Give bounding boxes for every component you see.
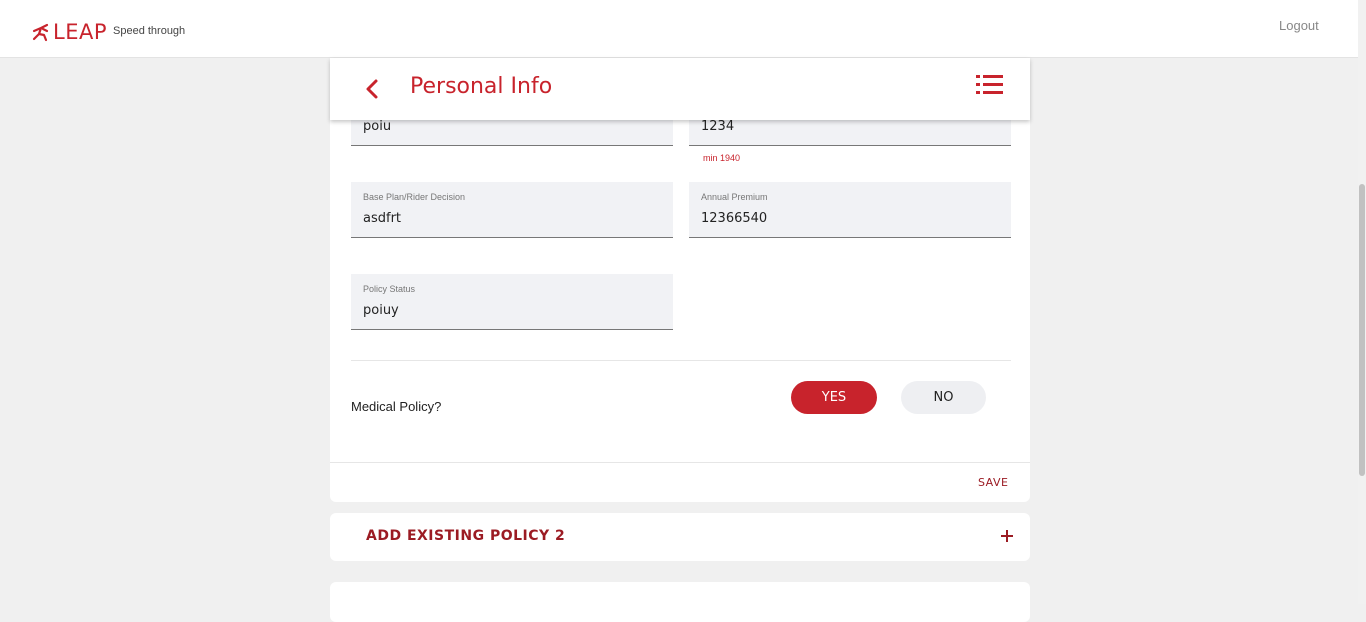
save-button[interactable]: SAVE (978, 476, 1008, 489)
policy-status-field[interactable]: Policy Status poiuy (351, 274, 673, 330)
add-existing-policy-accordion[interactable]: ADD EXISTING POLICY 2 (330, 513, 1030, 561)
scrollbar-thumb[interactable] (1359, 184, 1365, 476)
no-button[interactable]: NO (901, 381, 986, 414)
policy-form-card: poiu 1234 min 1940 Base Plan/Rider Decis… (330, 58, 1030, 502)
top-bar: LEAP Speed through Logout (0, 0, 1358, 58)
page-title: Personal Info (410, 74, 553, 99)
field-b-value: 1234 (701, 119, 735, 134)
next-section-card (330, 582, 1030, 622)
logout-link[interactable]: Logout (1279, 18, 1319, 33)
chevron-left-icon[interactable] (364, 78, 380, 100)
brand-tagline: Speed through (113, 25, 186, 37)
medical-policy-question: Medical Policy? (351, 399, 442, 414)
field-b-error: min 1940 (703, 153, 741, 163)
policy-status-value: poiuy (363, 303, 399, 318)
accordion-title: ADD EXISTING POLICY 2 (366, 528, 566, 544)
base-plan-label: Base Plan/Rider Decision (363, 192, 466, 202)
base-plan-value: asdfrt (363, 211, 402, 226)
list-menu-icon[interactable] (976, 73, 1004, 97)
page-header: Personal Info (330, 58, 1030, 120)
field-a-value: poiu (363, 119, 392, 134)
brand-logo[interactable]: LEAP (31, 20, 107, 44)
policy-status-label: Policy Status (363, 284, 416, 294)
plus-icon[interactable] (999, 528, 1015, 544)
annual-premium-field[interactable]: Annual Premium 12366540 (689, 182, 1011, 238)
footer-divider (330, 462, 1030, 463)
section-divider (351, 360, 1011, 361)
base-plan-field[interactable]: Base Plan/Rider Decision asdfrt (351, 182, 673, 238)
yes-button[interactable]: YES (791, 381, 877, 414)
annual-premium-label: Annual Premium (701, 192, 768, 202)
runner-icon (32, 23, 49, 42)
brand-name: LEAP (53, 20, 107, 44)
annual-premium-value: 12366540 (701, 211, 768, 226)
